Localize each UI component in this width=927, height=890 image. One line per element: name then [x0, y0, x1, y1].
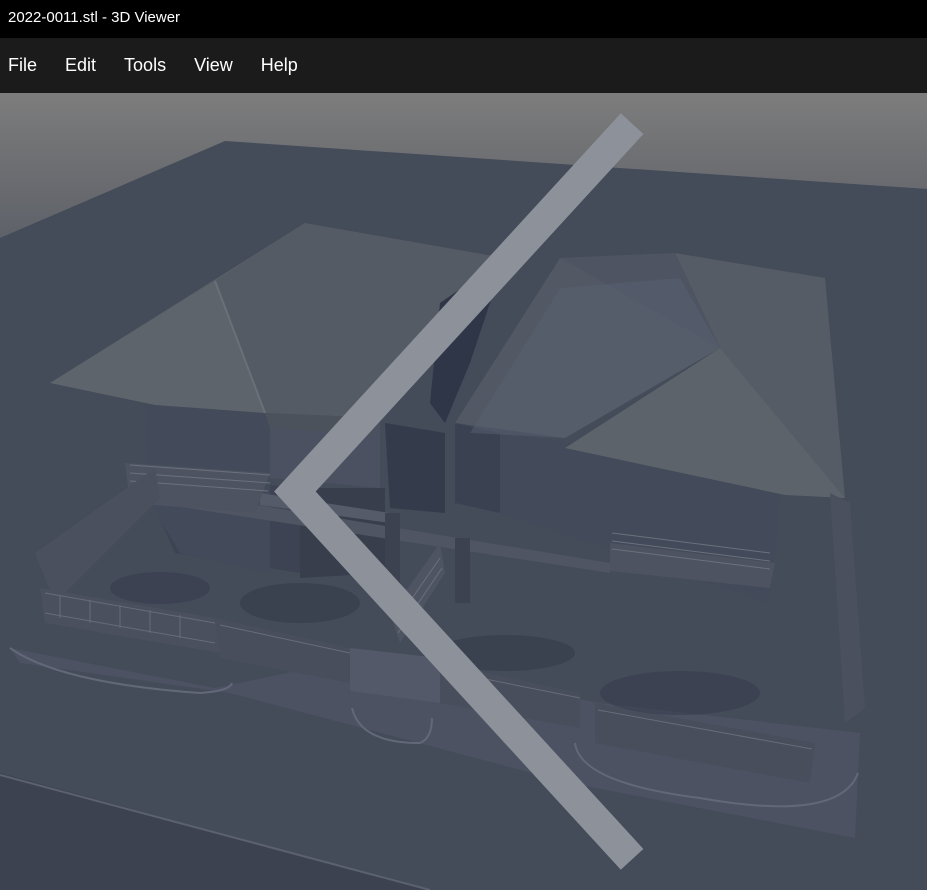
- menu-file[interactable]: File: [0, 38, 45, 93]
- menu-view[interactable]: View: [186, 38, 241, 93]
- menu-tools[interactable]: Tools: [116, 38, 174, 93]
- window-title: 2022-0011.stl - 3D Viewer: [8, 9, 181, 26]
- menu-bar: File Edit Tools View Help: [0, 38, 927, 93]
- menu-help[interactable]: Help: [253, 38, 306, 93]
- title-bar: 2022-0011.stl - 3D Viewer: [0, 0, 927, 38]
- 3d-viewport[interactable]: [0, 93, 927, 890]
- menu-edit[interactable]: Edit: [57, 38, 104, 93]
- chevron-left-icon[interactable]: [0, 93, 927, 890]
- app-window: 2022-0011.stl - 3D Viewer File Edit Tool…: [0, 0, 927, 890]
